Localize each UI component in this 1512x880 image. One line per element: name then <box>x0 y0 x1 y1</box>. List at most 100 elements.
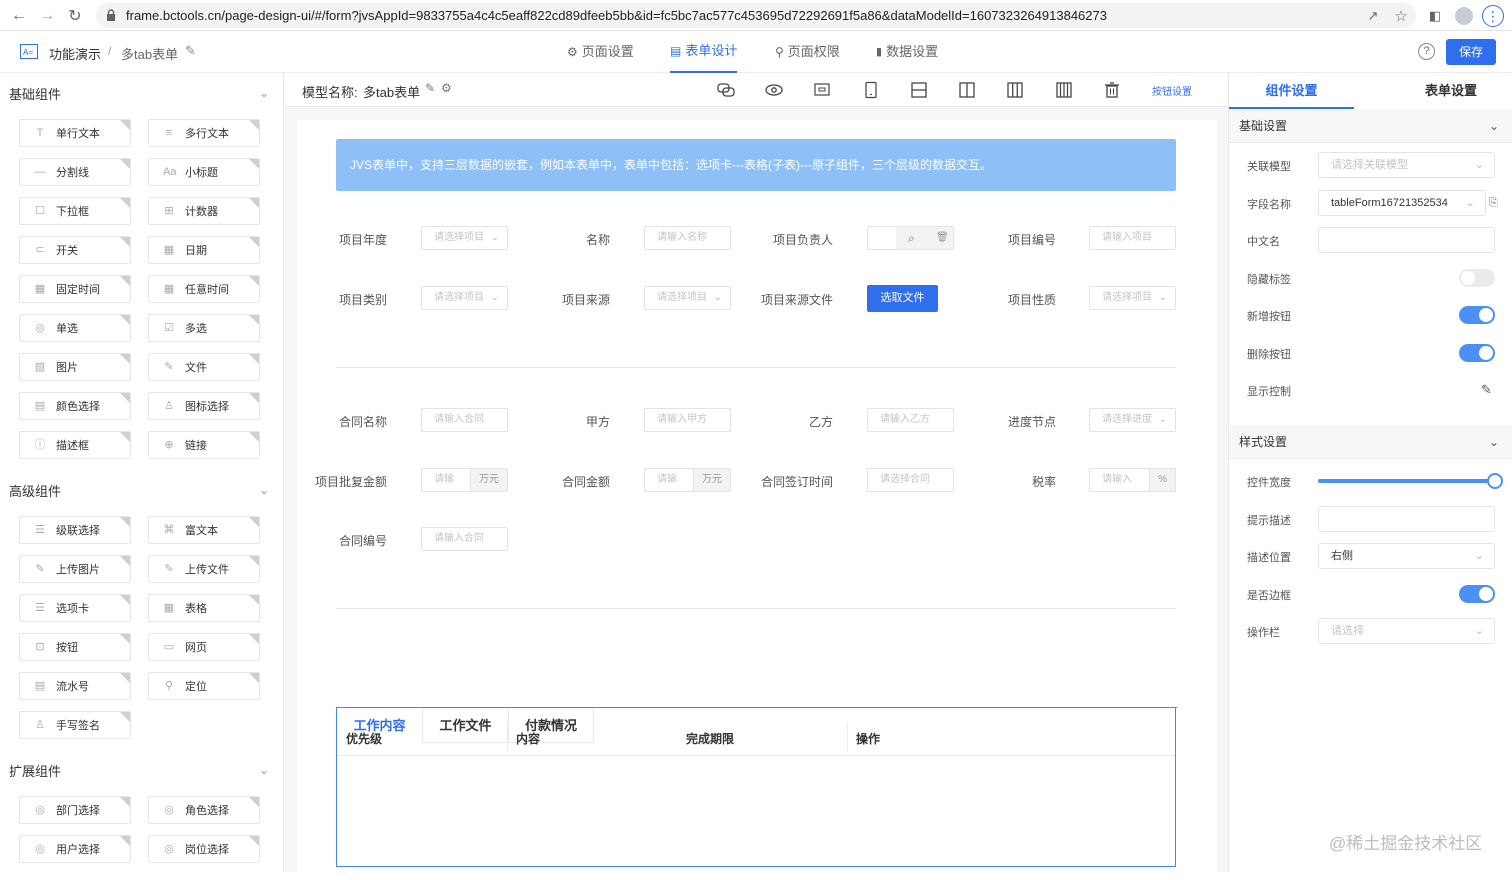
component-item[interactable]: ◎ 用户选择 <box>19 835 131 863</box>
component-item[interactable]: ♙ 图标选择 <box>148 392 260 420</box>
form-name[interactable]: 多tab表单 <box>121 44 178 63</box>
back-icon[interactable]: ← <box>8 5 30 27</box>
toggle-switch[interactable] <box>1459 584 1495 603</box>
component-item[interactable]: ◎ 岗位选择 <box>148 835 260 863</box>
width-slider[interactable] <box>1318 473 1503 489</box>
three-column-icon[interactable] <box>1006 81 1024 99</box>
save-button[interactable]: 保存 <box>1446 39 1496 65</box>
copy-icon[interactable]: ⎘ <box>1489 191 1498 215</box>
field-input[interactable]: 请输 万元 <box>644 468 731 492</box>
component-item[interactable]: ▦ 日期 <box>148 236 260 264</box>
component-item[interactable]: — 分割线 <box>19 158 131 186</box>
forward-icon[interactable]: → <box>36 5 58 27</box>
setting-input[interactable] <box>1318 227 1495 253</box>
reload-icon[interactable]: ↻ <box>64 5 86 27</box>
field-input[interactable]: 请选择项目 ⌄ <box>1089 286 1176 310</box>
component-item[interactable]: Aa 小标题 <box>148 158 260 186</box>
component-item[interactable]: ⊞ 计数器 <box>148 197 260 225</box>
field-input[interactable]: 请选择项目 ⌄ <box>644 286 731 310</box>
component-item[interactable]: ⊡ 按钮 <box>19 633 131 661</box>
component-item[interactable]: ⊕ 链接 <box>148 431 260 459</box>
help-icon[interactable]: ? <box>1418 43 1435 60</box>
component-item[interactable]: ⓘ 描述框 <box>19 431 131 459</box>
four-column-icon[interactable] <box>1055 81 1073 99</box>
component-item[interactable]: ✎ 上传文件 <box>148 555 260 583</box>
edit-icon[interactable]: ✎ <box>425 81 435 95</box>
component-item[interactable]: ☰ 选项卡 <box>19 594 131 622</box>
field-input[interactable]: 请输入名称 <box>644 226 731 250</box>
component-item[interactable]: ✎ 上传图片 <box>19 555 131 583</box>
two-column-icon[interactable] <box>958 81 976 99</box>
menu-icon[interactable]: ⋮ <box>1482 5 1504 27</box>
settings-icon[interactable]: ⚙ <box>441 81 452 95</box>
field-input[interactable]: 请选择进度 ⌄ <box>1089 408 1176 432</box>
field-input[interactable]: 请输入项目 <box>1089 226 1176 250</box>
toggle-switch[interactable] <box>1459 306 1495 324</box>
profile-icon[interactable] <box>1453 5 1475 27</box>
preview-eye-icon[interactable] <box>765 81 783 99</box>
person-picker[interactable]: ⌕ 🗑 <box>867 226 954 250</box>
edit-icon[interactable]: ✎ <box>1481 382 1492 398</box>
star-icon[interactable]: ☆ <box>1390 5 1412 27</box>
app-label[interactable]: 功能演示 <box>49 44 101 63</box>
component-item[interactable]: ◎ 单选 <box>19 314 131 342</box>
tab-page-settings[interactable]: ⚙ 页面设置 <box>567 31 634 73</box>
component-item[interactable]: ▦ 任意时间 <box>148 275 260 303</box>
field-input[interactable]: 请输入甲方 <box>644 408 731 432</box>
component-item[interactable]: ⚲ 定位 <box>148 672 260 700</box>
slider-handle[interactable] <box>1487 473 1503 489</box>
component-item[interactable]: ⌘ 富文本 <box>148 516 260 544</box>
component-item[interactable]: ▦ 固定时间 <box>19 275 131 303</box>
component-item[interactable]: ⊂ 开关 <box>19 236 131 264</box>
component-item[interactable]: ≡ 多行文本 <box>148 119 260 147</box>
component-item[interactable]: ☐ 下拉框 <box>19 197 131 225</box>
setting-input[interactable]: 请选择 ⌄ <box>1318 618 1495 644</box>
tab-page-permission[interactable]: ⚲ 页面权限 <box>775 31 840 73</box>
chevron-down-icon[interactable]: ⌄ <box>259 86 269 100</box>
component-item[interactable]: ▤ 颜色选择 <box>19 392 131 420</box>
link-icon[interactable] <box>717 81 735 99</box>
component-item[interactable]: ▨ 图片 <box>19 353 131 381</box>
field-input[interactable]: 请输 万元 <box>421 468 508 492</box>
setting-input[interactable]: 右侧 ⌄ <box>1318 543 1495 569</box>
component-item[interactable]: ◎ 角色选择 <box>148 796 260 824</box>
share-icon[interactable]: ↗ <box>1362 5 1384 27</box>
button-settings-link[interactable]: 按钮设置 <box>1152 83 1192 98</box>
setting-input[interactable] <box>1318 505 1495 532</box>
field-input[interactable]: 请输入合同 <box>421 408 508 432</box>
edit-name-icon[interactable]: ✎ <box>185 43 196 59</box>
form-canvas[interactable]: JVS表单中，支持三层数据的嵌套，例如本表单中，表单中包括：选项卡---表格(子… <box>297 120 1217 880</box>
style-settings-section[interactable]: 样式设置 ⌄ <box>1229 425 1512 459</box>
chevron-down-icon[interactable]: ⌄ <box>259 763 269 777</box>
setting-input[interactable]: tableForm16721352534 ⌄ ⎘ <box>1318 189 1498 216</box>
field-input[interactable]: 请输入% <box>1089 468 1176 492</box>
component-item[interactable]: ▭ 网页 <box>148 633 260 661</box>
chevron-down-icon[interactable]: ⌄ <box>259 483 269 497</box>
trash-icon[interactable] <box>1103 81 1121 99</box>
field-input[interactable]: 请选择合同 <box>867 468 954 492</box>
one-column-icon[interactable] <box>910 81 928 99</box>
tab-form-design[interactable]: ▤ 表单设计 <box>670 31 738 73</box>
tab-data-settings[interactable]: ▮ 数据设置 <box>876 31 938 73</box>
search-icon[interactable]: ⌕ <box>908 227 915 249</box>
basic-settings-section[interactable]: 基础设置 ⌄ <box>1229 109 1512 143</box>
field-input[interactable]: 请输入合同 <box>421 527 508 551</box>
component-item[interactable]: T 单行文本 <box>19 119 131 147</box>
toggle-switch[interactable] <box>1459 268 1495 287</box>
field-input[interactable]: 请选择项目 ⌄ <box>421 286 508 310</box>
field-input[interactable]: 请输入乙方 <box>867 408 954 432</box>
sidebar-icon[interactable]: ◧ <box>1424 5 1446 27</box>
trash-icon[interactable]: 🗑 <box>936 227 949 249</box>
mobile-layout-icon[interactable] <box>862 81 880 99</box>
tab-form-settings[interactable]: 表单设置 <box>1389 73 1512 109</box>
address-bar[interactable]: frame.bctools.cn/page-design-ui/#/form?j… <box>96 3 1416 28</box>
component-item[interactable]: ☑ 多选 <box>148 314 260 342</box>
component-item[interactable]: ◎ 部门选择 <box>19 796 131 824</box>
component-item[interactable]: ▤ 流水号 <box>19 672 131 700</box>
select-file-button[interactable]: 选取文件 <box>867 285 938 312</box>
tab-component-settings[interactable]: 组件设置 <box>1229 73 1354 109</box>
pc-layout-icon[interactable] <box>813 81 831 99</box>
component-item[interactable]: ♙ 手写签名 <box>19 711 131 739</box>
component-item[interactable]: ☰ 级联选择 <box>19 516 131 544</box>
field-input[interactable]: 请选择项目 ⌄ <box>421 226 508 250</box>
